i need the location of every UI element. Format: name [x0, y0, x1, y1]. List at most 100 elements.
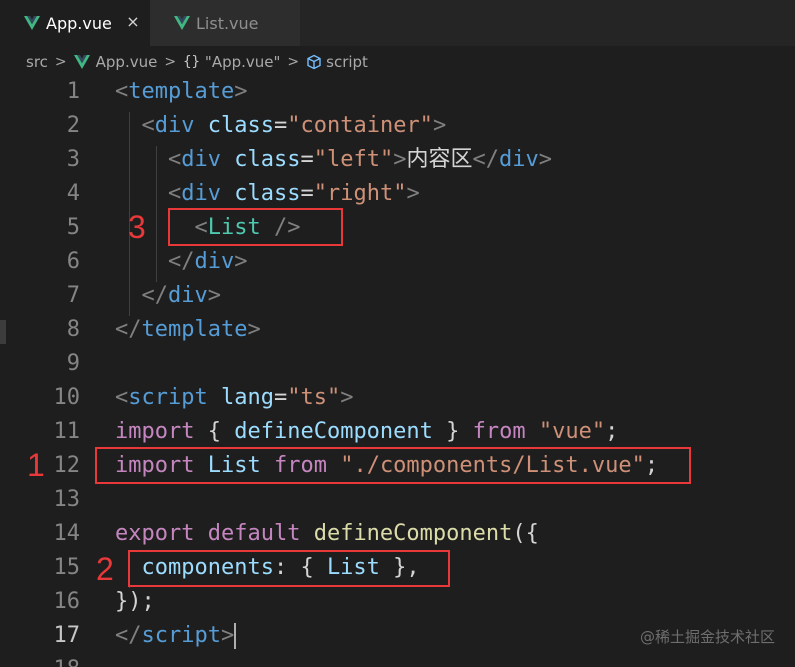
- code-line[interactable]: 10 <script lang="ts">: [0, 381, 795, 415]
- code-token: "vue": [538, 419, 606, 444]
- code-token: "right": [313, 181, 407, 206]
- code-token: >: [432, 113, 447, 138]
- code-token: <: [115, 79, 129, 104]
- code-token: export: [115, 521, 195, 546]
- code-line[interactable]: 2 <div class="container">: [0, 109, 795, 143]
- scrollbar-marker[interactable]: [0, 320, 6, 344]
- tab-label: App.vue: [46, 13, 112, 33]
- code-editor[interactable]: 1817</script>16});15 components: { List …: [0, 78, 795, 667]
- breadcrumb-item-app-vue[interactable]: App.vue: [73, 53, 158, 71]
- code-line[interactable]: 16});: [0, 585, 795, 619]
- code-token: <: [141, 113, 155, 138]
- text-cursor: [234, 623, 237, 649]
- code-token: div: [168, 283, 208, 308]
- close-icon[interactable]: ×: [124, 13, 142, 31]
- breadcrumb: src > App.vue > {} "App.vue" > script: [0, 46, 795, 78]
- annotation-marker-1: 1: [27, 447, 45, 483]
- code-line[interactable]: 4 <div class="right">: [0, 177, 795, 211]
- chevron-right-icon: >: [54, 54, 67, 70]
- code-token: "container": [287, 113, 433, 138]
- braces-icon: {}: [183, 54, 200, 70]
- code-line[interactable]: 3 <div class="left">内容区</div>: [0, 143, 795, 177]
- highlight-box-3: [168, 208, 343, 246]
- code-line[interactable]: 14 export default defineComponent({: [0, 517, 795, 551]
- code-line[interactable]: 8 </template>: [0, 313, 795, 347]
- code-line[interactable]: 13: [0, 483, 795, 517]
- breadcrumb-item-module[interactable]: {} "App.vue": [183, 53, 280, 71]
- code-text: </template>: [115, 313, 261, 347]
- breadcrumb-item-script[interactable]: script: [306, 53, 368, 71]
- code-token: </: [115, 317, 142, 342]
- line-number: 11: [53, 419, 81, 444]
- line-number: 14: [53, 521, 81, 546]
- code-token: >: [234, 249, 248, 274]
- code-token: });: [115, 589, 155, 614]
- line-number: 1: [66, 79, 80, 104]
- breadcrumb-label: "App.vue": [204, 53, 281, 71]
- code-token: }: [432, 419, 473, 444]
- code-token: script: [141, 623, 221, 648]
- code-token: class: [234, 147, 301, 172]
- code-line[interactable]: 5 <List />: [0, 211, 795, 245]
- tab-list-vue[interactable]: List.vue: [150, 0, 300, 46]
- code-line[interactable]: 11 import { defineComponent } from "vue";: [0, 415, 795, 449]
- code-line[interactable]: 7 </div>: [0, 279, 795, 313]
- code-token: defineComponent: [234, 419, 433, 444]
- code-token: </: [141, 283, 169, 308]
- code-token: =: [300, 147, 314, 172]
- code-editor-window: App.vue × List.vue src > App.vue > {} "A…: [0, 0, 795, 667]
- highlight-box-1: [95, 447, 691, 484]
- code-line[interactable]: 18: [0, 653, 795, 667]
- vue-icon: [24, 16, 40, 30]
- code-text: </div>: [115, 279, 222, 313]
- code-text: <div class="right">: [115, 177, 420, 211]
- code-token: <: [167, 181, 182, 206]
- line-number: 18: [20, 653, 81, 667]
- code-line[interactable]: 6 </div>: [0, 245, 795, 279]
- line-number: 4: [66, 181, 80, 206]
- annotation-marker-2: 2: [96, 551, 114, 587]
- code-token: >: [340, 385, 354, 410]
- breadcrumb-item-src[interactable]: src: [26, 53, 48, 71]
- code-line[interactable]: 9: [0, 347, 795, 381]
- code-token: div: [498, 147, 539, 172]
- line-number: 8: [66, 317, 80, 342]
- code-text: export default defineComponent({: [115, 517, 539, 551]
- breadcrumb-label: App.vue: [95, 53, 158, 71]
- line-number: 9: [66, 351, 80, 376]
- code-token: template: [141, 317, 248, 342]
- code-token: =: [273, 385, 288, 410]
- code-token: <: [167, 147, 182, 172]
- chevron-right-icon: >: [164, 54, 177, 70]
- code-token: from: [472, 419, 526, 444]
- code-line[interactable]: 1 <template>: [0, 75, 795, 109]
- code-token: class: [234, 181, 301, 206]
- cube-icon: [307, 54, 321, 70]
- code-token: ({: [512, 521, 539, 546]
- watermark: @稀土掘金技术社区: [639, 628, 775, 646]
- chevron-right-icon: >: [287, 54, 300, 70]
- code-token: "left": [313, 147, 394, 172]
- code-token: {: [194, 419, 235, 444]
- code-token: import: [115, 419, 195, 444]
- code-token: script: [128, 385, 208, 410]
- line-number: 15: [53, 555, 81, 580]
- code-token: ;: [605, 419, 619, 444]
- code-token: div: [181, 147, 221, 172]
- code-text: });: [115, 585, 155, 619]
- code-text: <div class="left">内容区</div>: [115, 143, 552, 177]
- code-text: </script>: [115, 619, 237, 653]
- line-number: 16: [53, 589, 81, 614]
- code-token: defineComponent: [313, 521, 513, 546]
- code-token: <: [115, 385, 129, 410]
- code-token: div: [154, 113, 195, 138]
- tab-label: List.vue: [196, 13, 259, 33]
- code-text: </div>: [115, 245, 248, 279]
- tab-app-vue[interactable]: App.vue ×: [0, 0, 150, 46]
